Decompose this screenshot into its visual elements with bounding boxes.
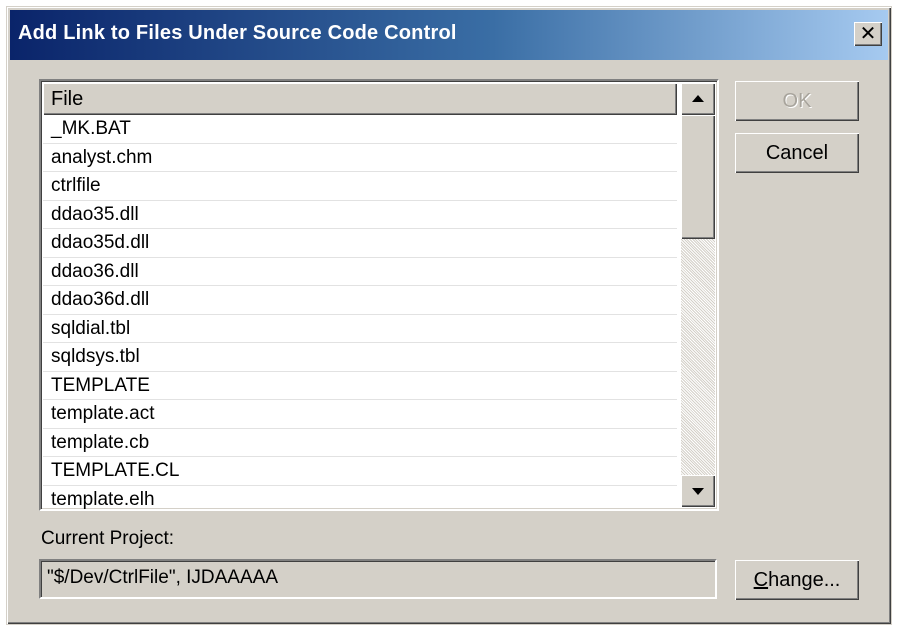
file-list[interactable]: File _MK.BAT analyst.chm ctrlfile ddao35.dl… [39,79,719,511]
file-list-item[interactable]: template.act [43,400,677,429]
cancel-button[interactable]: Cancel [735,133,859,173]
file-column-header[interactable]: File [43,83,677,115]
file-list-item[interactable]: ddao36.dll [43,258,677,286]
file-list-item[interactable]: template.elh [43,486,677,510]
dialog-title: Add Link to Files Under Source Code Cont… [18,22,457,44]
current-project-field: "$/Dev/CtrlFile", IJDAAAAA [39,559,717,599]
close-icon: ✕ [859,21,877,45]
file-list-rows: _MK.BAT analyst.chm ctrlfile ddao35.dll ddao… [43,115,677,510]
file-list-item[interactable]: _MK.BAT [43,115,677,144]
file-list-item[interactable]: sqldial.tbl [43,315,677,343]
file-list-item[interactable]: analyst.chm [43,144,677,172]
file-list-item[interactable]: ddao35d.dll [43,229,677,258]
file-list-item[interactable]: ctrlfile [43,172,677,201]
add-link-dialog: Add Link to Files Under Source Code Cont… [6,6,892,625]
scroll-up-button[interactable] [681,83,715,115]
file-list-item[interactable]: TEMPLATE.CL [43,457,677,486]
file-list-item[interactable]: template.cb [43,429,677,457]
vertical-scrollbar[interactable] [681,83,715,507]
change-button[interactable]: Change... [735,560,859,600]
file-list-item[interactable]: ddao35.dll [43,201,677,229]
file-list-item[interactable]: ddao36d.dll [43,286,677,315]
file-list-item[interactable]: TEMPLATE [43,372,677,400]
scroll-thumb[interactable] [681,115,715,239]
scroll-down-button[interactable] [681,475,715,507]
ok-button[interactable]: OK [735,81,859,121]
title-bar: Add Link to Files Under Source Code Cont… [10,10,888,60]
scroll-up-arrow-icon [692,95,704,102]
current-project-label: Current Project: [41,528,175,549]
scroll-down-arrow-icon [692,488,704,495]
file-list-item[interactable]: sqldsys.tbl [43,343,677,372]
close-button[interactable]: ✕ [854,22,882,46]
